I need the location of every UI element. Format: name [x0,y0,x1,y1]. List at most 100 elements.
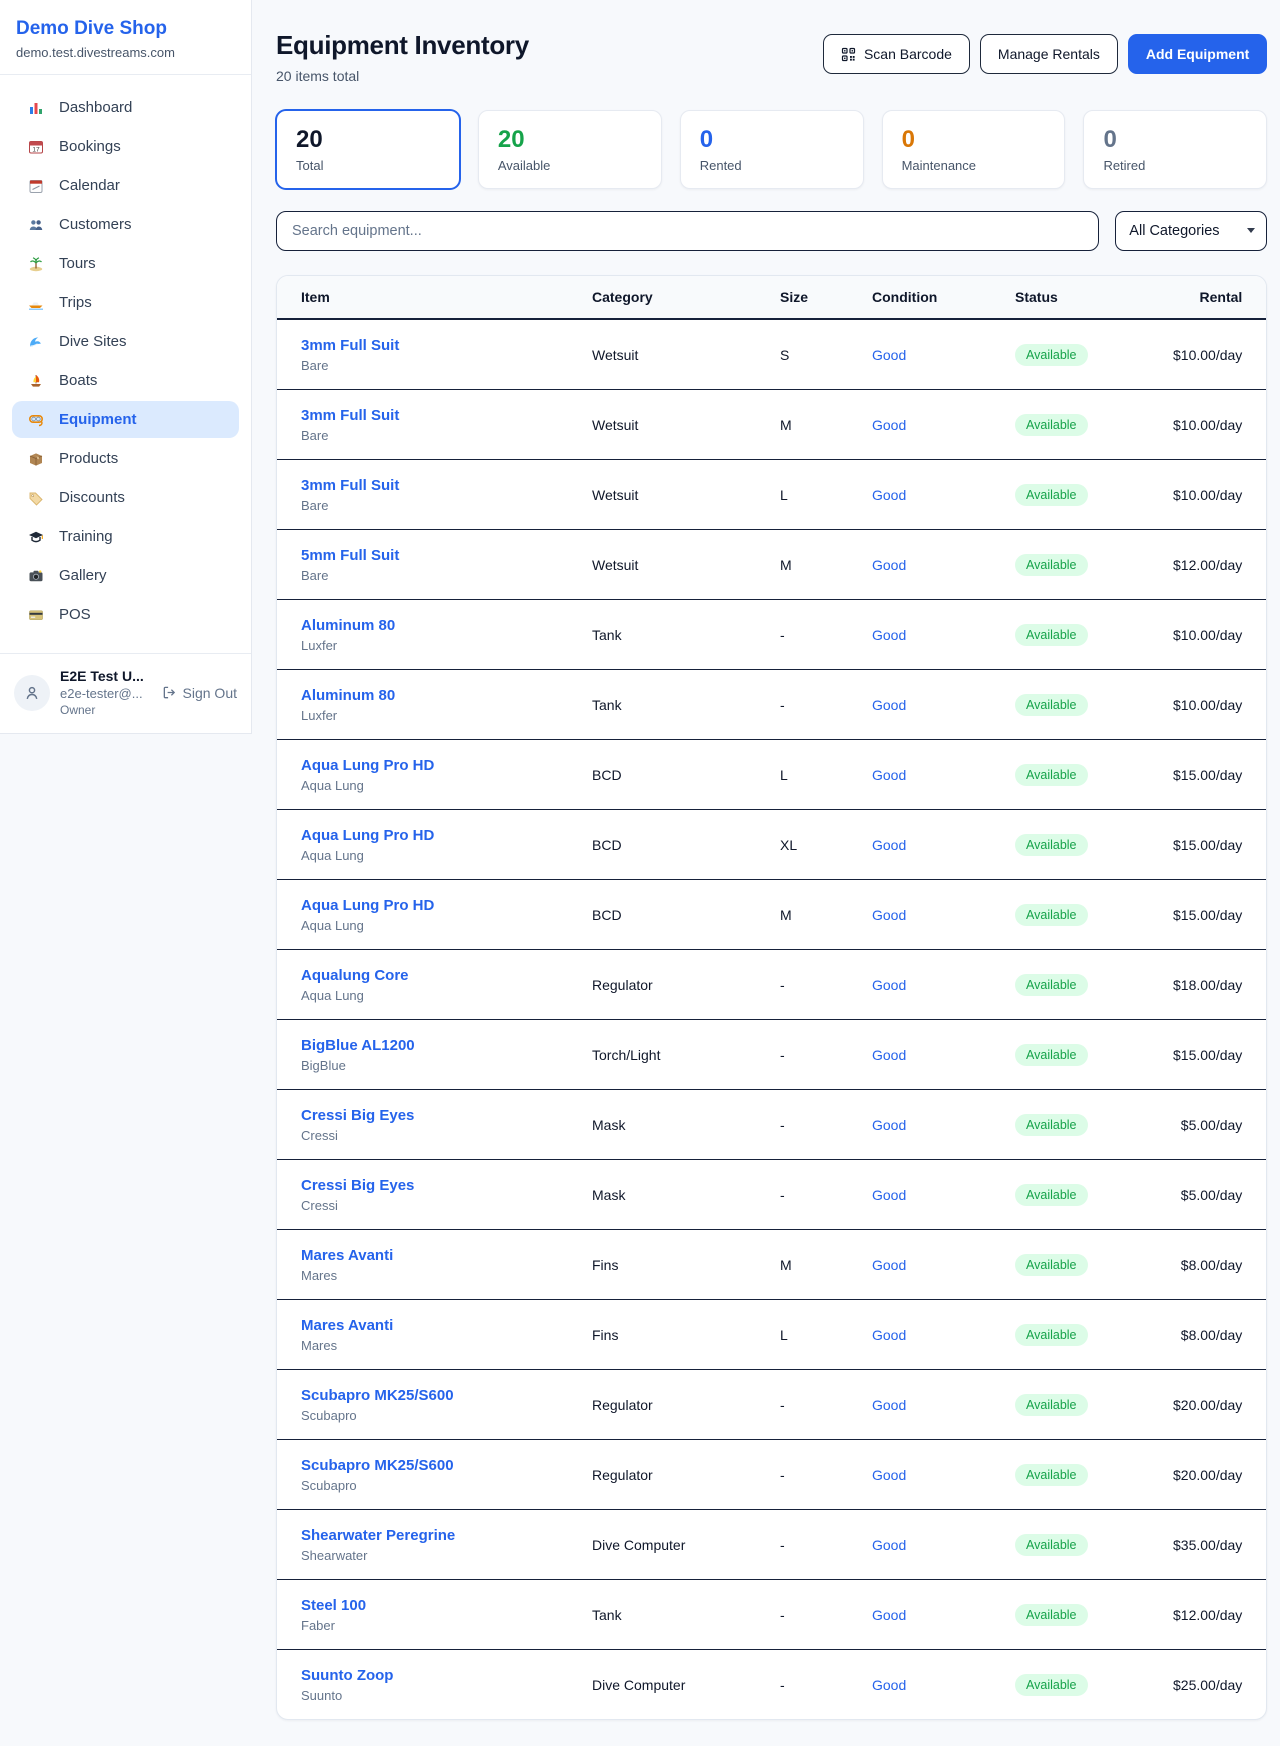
item-name-link[interactable]: Suunto Zoop [301,1667,393,1684]
table-row[interactable]: Aluminum 80 Luxfer Tank - Good Available… [277,600,1266,670]
item-name-link[interactable]: 3mm Full Suit [301,407,399,424]
item-condition-link[interactable]: Good [872,1607,1007,1623]
table-row[interactable]: Aqua Lung Pro HD Aqua Lung BCD M Good Av… [277,880,1266,950]
manage-rentals-button[interactable]: Manage Rentals [980,34,1118,74]
stat-card-rented[interactable]: 0 Rented [680,110,864,189]
item-name-link[interactable]: Scubapro MK25/S600 [301,1387,454,1404]
calendar-date-icon: 17 [26,139,46,155]
table-row[interactable]: Aluminum 80 Luxfer Tank - Good Available… [277,670,1266,740]
table-row[interactable]: Scubapro MK25/S600 Scubapro Regulator - … [277,1440,1266,1510]
box-icon [26,451,46,467]
item-name-link[interactable]: Cressi Big Eyes [301,1107,414,1124]
item-brand: Bare [301,358,584,373]
sidebar-item-customers[interactable]: Customers [12,206,239,243]
item-name-link[interactable]: Scubapro MK25/S600 [301,1457,454,1474]
table-row[interactable]: 3mm Full Suit Bare Wetsuit M Good Availa… [277,390,1266,460]
sidebar-item-equipment[interactable]: Equipment [12,401,239,438]
sidebar-item-training[interactable]: Training [12,518,239,555]
item-condition-link[interactable]: Good [872,1677,1007,1693]
table-header: Item Category Size Condition Status Rent… [277,276,1266,320]
item-condition-link[interactable]: Good [872,1187,1007,1203]
item-condition-link[interactable]: Good [872,1327,1007,1343]
table-row[interactable]: Mares Avanti Mares Fins M Good Available… [277,1230,1266,1300]
table-row[interactable]: Aqua Lung Pro HD Aqua Lung BCD XL Good A… [277,810,1266,880]
item-rental-rate: $5.00/day [1173,1187,1242,1203]
stat-card-maintenance[interactable]: 0 Maintenance [882,110,1066,189]
item-condition-link[interactable]: Good [872,417,1007,433]
item-name-link[interactable]: Aqua Lung Pro HD [301,827,434,844]
sidebar-item-gallery[interactable]: Gallery [12,557,239,594]
item-name-link[interactable]: Shearwater Peregrine [301,1527,455,1544]
item-condition-link[interactable]: Good [872,907,1007,923]
item-name-link[interactable]: 3mm Full Suit [301,477,399,494]
item-name-link[interactable]: Aluminum 80 [301,617,395,634]
item-condition-link[interactable]: Good [872,557,1007,573]
item-category: Torch/Light [592,1047,772,1063]
item-condition-link[interactable]: Good [872,347,1007,363]
item-condition-link[interactable]: Good [872,627,1007,643]
item-condition-link[interactable]: Good [872,977,1007,993]
item-name-link[interactable]: Mares Avanti [301,1317,393,1334]
item-condition-link[interactable]: Good [872,837,1007,853]
sidebar-item-discounts[interactable]: Discounts [12,479,239,516]
item-condition-link[interactable]: Good [872,1117,1007,1133]
item-category: BCD [592,767,772,783]
item-name-link[interactable]: 3mm Full Suit [301,337,399,354]
search-input[interactable] [276,211,1099,251]
table-row[interactable]: 5mm Full Suit Bare Wetsuit M Good Availa… [277,530,1266,600]
sidebar-item-pos[interactable]: POS [12,596,239,633]
table-row[interactable]: 3mm Full Suit Bare Wetsuit L Good Availa… [277,460,1266,530]
table-row[interactable]: Mares Avanti Mares Fins L Good Available… [277,1300,1266,1370]
table-row[interactable]: BigBlue AL1200 BigBlue Torch/Light - Goo… [277,1020,1266,1090]
item-condition-link[interactable]: Good [872,697,1007,713]
sidebar-item-products[interactable]: Products [12,440,239,477]
scan-barcode-button[interactable]: Scan Barcode [823,34,970,74]
table-row[interactable]: Aqua Lung Pro HD Aqua Lung BCD L Good Av… [277,740,1266,810]
item-condition-link[interactable]: Good [872,487,1007,503]
table-row[interactable]: Shearwater Peregrine Shearwater Dive Com… [277,1510,1266,1580]
item-condition-link[interactable]: Good [872,767,1007,783]
item-name-link[interactable]: Aluminum 80 [301,687,395,704]
item-name-link[interactable]: Aqua Lung Pro HD [301,897,434,914]
brand-name[interactable]: Demo Dive Shop [16,18,235,40]
table-row[interactable]: Aqualung Core Aqua Lung Regulator - Good… [277,950,1266,1020]
sidebar-item-boats[interactable]: Boats [12,362,239,399]
table-row[interactable]: Scubapro MK25/S600 Scubapro Regulator - … [277,1370,1266,1440]
item-size: M [780,417,864,433]
item-condition-link[interactable]: Good [872,1537,1007,1553]
sidebar-item-dashboard[interactable]: Dashboard [12,89,239,126]
table-row[interactable]: Cressi Big Eyes Cressi Mask - Good Avail… [277,1160,1266,1230]
sidebar-item-trips[interactable]: Trips [12,284,239,321]
item-condition-link[interactable]: Good [872,1397,1007,1413]
table-row[interactable]: Cressi Big Eyes Cressi Mask - Good Avail… [277,1090,1266,1160]
item-name-link[interactable]: Mares Avanti [301,1247,393,1264]
item-name-link[interactable]: BigBlue AL1200 [301,1037,415,1054]
item-condition-link[interactable]: Good [872,1047,1007,1063]
item-name-link[interactable]: Aqua Lung Pro HD [301,757,434,774]
stat-card-available[interactable]: 20 Available [478,110,662,189]
item-name-link[interactable]: Steel 100 [301,1597,366,1614]
stat-card-retired[interactable]: 0 Retired [1083,110,1267,189]
item-brand: Luxfer [301,638,584,653]
table-body: 3mm Full Suit Bare Wetsuit S Good Availa… [277,320,1266,1719]
sidebar-item-dive-sites[interactable]: Dive Sites [12,323,239,360]
status-badge: Available [1015,834,1088,856]
table-row[interactable]: 3mm Full Suit Bare Wetsuit S Good Availa… [277,320,1266,390]
sign-out-button[interactable]: Sign Out [162,685,237,701]
item-condition-link[interactable]: Good [872,1467,1007,1483]
item-name-link[interactable]: 5mm Full Suit [301,547,399,564]
table-row[interactable]: Steel 100 Faber Tank - Good Available $1… [277,1580,1266,1650]
sidebar-item-bookings[interactable]: 17 Bookings [12,128,239,165]
item-name-link[interactable]: Aqualung Core [301,967,409,984]
stat-card-total[interactable]: 20 Total [276,110,460,189]
item-rental-rate: $8.00/day [1173,1327,1242,1343]
sidebar-item-calendar[interactable]: Calendar [12,167,239,204]
item-name-link[interactable]: Cressi Big Eyes [301,1177,414,1194]
item-condition-link[interactable]: Good [872,1257,1007,1273]
category-select[interactable]: All Categories [1115,211,1267,251]
table-row[interactable]: Suunto Zoop Suunto Dive Computer - Good … [277,1650,1266,1719]
sidebar-item-tours[interactable]: Tours [12,245,239,282]
speedboat-icon [26,295,46,311]
item-rental-rate: $20.00/day [1173,1467,1242,1483]
add-equipment-button[interactable]: Add Equipment [1128,34,1267,74]
